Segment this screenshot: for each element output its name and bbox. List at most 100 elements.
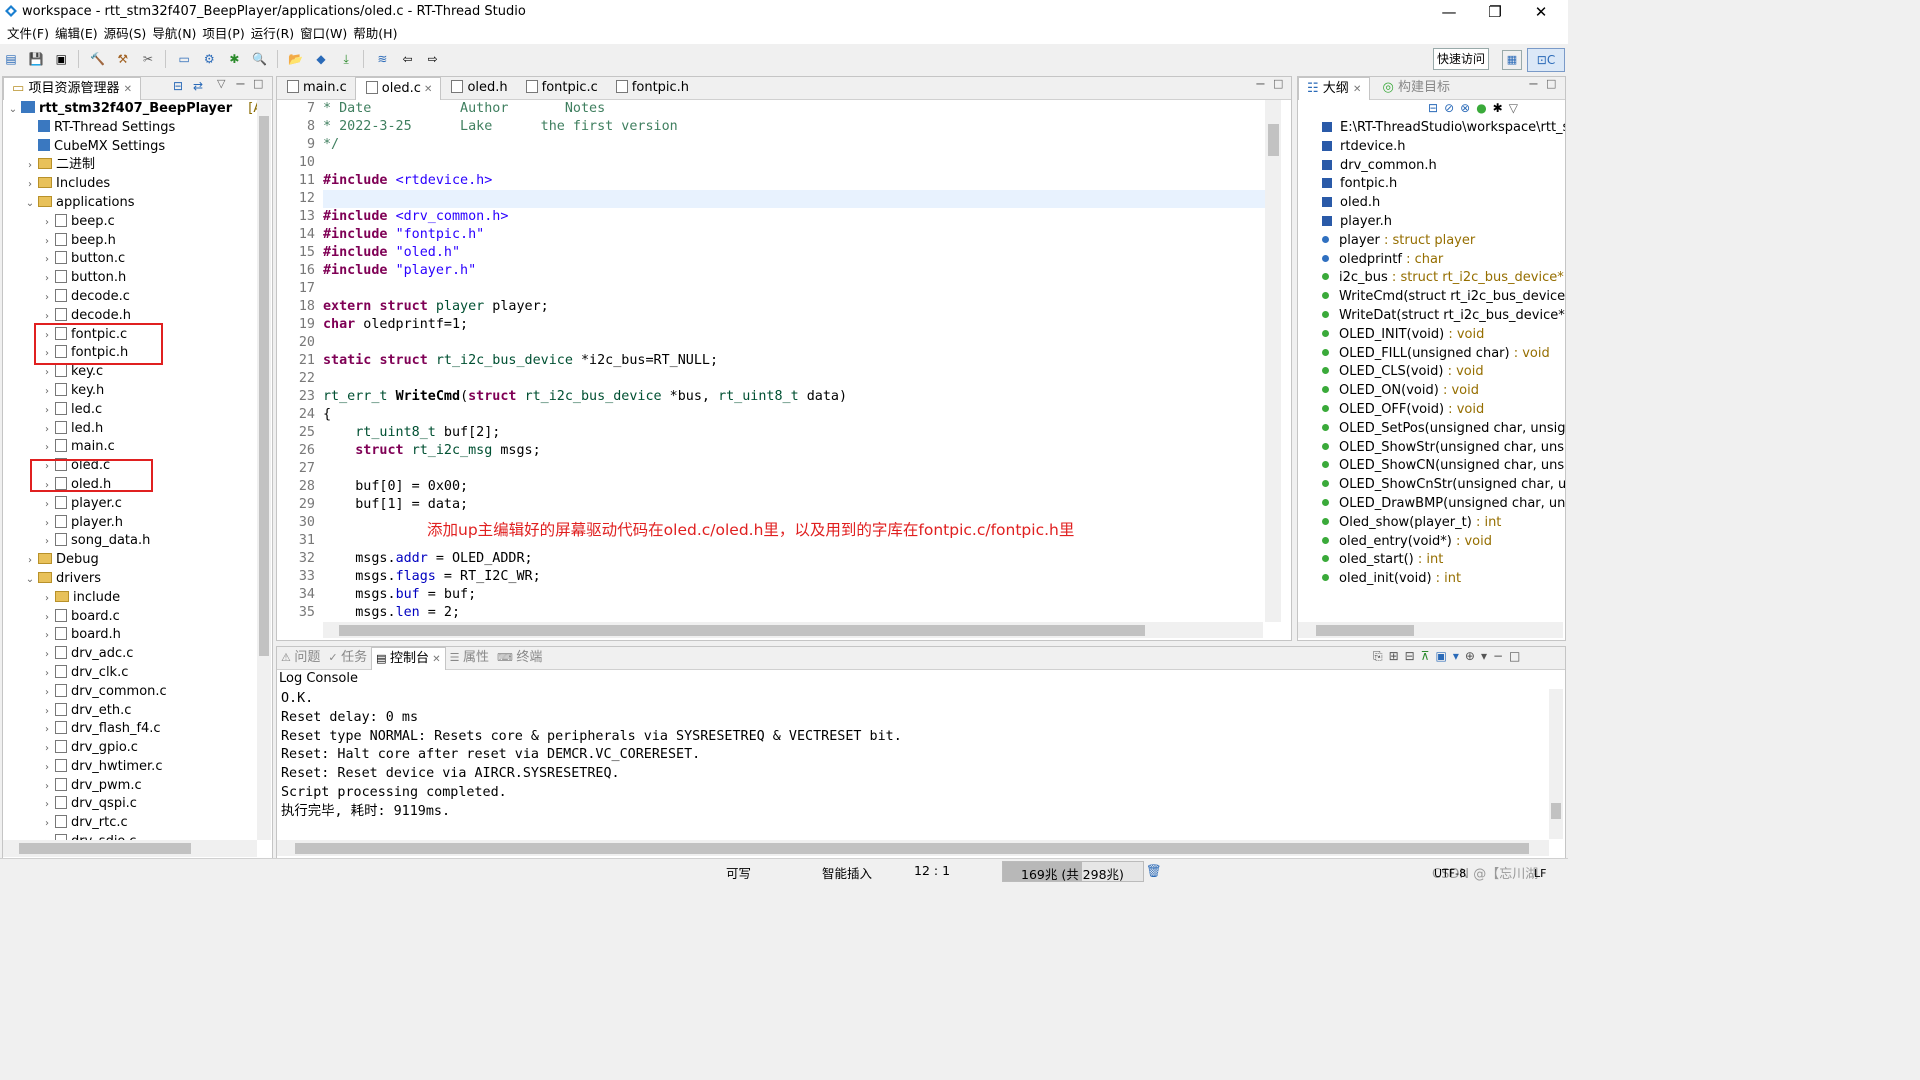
tree-file-row[interactable]: › board.h	[3, 626, 257, 645]
expand-toggle-icon[interactable]: ⌄	[7, 101, 19, 120]
tree-folder-row[interactable]: ⌄ drivers	[3, 570, 257, 589]
view-menu-icon[interactable]: ▽	[217, 77, 225, 90]
tree-file-row[interactable]: › decode.c	[3, 288, 257, 307]
tree-file-row[interactable]: › player.h	[3, 514, 257, 533]
perspective-grid-icon[interactable]: ▦	[1502, 50, 1522, 70]
collapse-all-icon[interactable]: ⊟	[173, 79, 183, 93]
outline-horizontal-scrollbar[interactable]	[1298, 622, 1563, 638]
close-icon[interactable]: ✕	[421, 84, 432, 95]
debug-bug-icon[interactable]: ✱	[225, 50, 243, 68]
outline-item[interactable]: OLED_SetPos(unsigned char, unsigned char…	[1322, 420, 1565, 439]
tree-file-row[interactable]: › drv_common.c	[3, 683, 257, 702]
tree-file-row[interactable]: › song_data.h	[3, 532, 257, 551]
console-vertical-scrollbar[interactable]	[1549, 689, 1563, 839]
outline-item[interactable]: player.h	[1322, 213, 1565, 232]
tree-folder-row[interactable]: › Includes	[3, 175, 257, 194]
outline-item[interactable]: OLED_ON(void) : void	[1322, 382, 1565, 401]
outline-item[interactable]: oled_entry(void*) : void	[1322, 533, 1565, 552]
maximize-view-icon[interactable]: □	[1546, 77, 1556, 90]
close-icon[interactable]: ✕	[429, 654, 440, 665]
scrollbar-thumb[interactable]	[19, 843, 191, 854]
expand-toggle-icon[interactable]: ›	[41, 364, 53, 383]
expand-toggle-icon[interactable]: ›	[24, 552, 36, 571]
close-icon[interactable]: ✕	[124, 84, 132, 95]
expand-toggle-icon[interactable]: ›	[41, 665, 53, 684]
outline-item[interactable]: Oled_show(player_t) : int	[1322, 514, 1565, 533]
sort-icon[interactable]: ⊟	[1428, 101, 1444, 115]
tree-file-row[interactable]: › button.c	[3, 250, 257, 269]
tree-file-row[interactable]: › drv_clk.c	[3, 664, 257, 683]
tree-file-row[interactable]: › drv_qspi.c	[3, 795, 257, 814]
tree-file-row[interactable]: › led.h	[3, 420, 257, 439]
outline-item[interactable]: OLED_ShowCnStr(unsigned char, unsigned c…	[1322, 476, 1565, 495]
tree-file-row[interactable]: › drv_rtc.c	[3, 814, 257, 833]
expand-toggle-icon[interactable]: ⌄	[24, 195, 36, 214]
minimize-view-icon[interactable]: −	[1493, 649, 1509, 663]
expand-toggle-icon[interactable]: ›	[41, 796, 53, 815]
bottom-tab[interactable]: ☰ 属性	[446, 647, 493, 669]
tree-settings-row[interactable]: CubeMX Settings	[3, 138, 257, 157]
outline-item[interactable]: drv_common.h	[1322, 157, 1565, 176]
trash-gc-icon[interactable]: 🗑	[1146, 863, 1162, 879]
display-console-icon[interactable]: ▣▾	[1436, 649, 1465, 663]
tree-file-row[interactable]: › key.c	[3, 363, 257, 382]
maximize-view-icon[interactable]: □	[1509, 649, 1526, 663]
quick-access-input[interactable]: 快速访问	[1433, 48, 1489, 70]
outline-item[interactable]: fontpic.h	[1322, 175, 1565, 194]
scrollbar-thumb[interactable]	[1268, 124, 1279, 156]
tree-file-row[interactable]: › player.c	[3, 495, 257, 514]
tab-build-targets[interactable]: ◎ 构建目标	[1374, 77, 1458, 99]
close-icon[interactable]: ✕	[1353, 84, 1361, 95]
console-output[interactable]: O.K. Reset delay: 0 ms Reset type NORMAL: …	[281, 690, 1547, 840]
expand-toggle-icon[interactable]: ›	[41, 383, 53, 402]
tree-file-row[interactable]: › beep.h	[3, 232, 257, 251]
menu-item[interactable]: 导航(N)	[149, 24, 199, 44]
outline-item[interactable]: oled_start() : int	[1322, 551, 1565, 570]
outline-item[interactable]: OLED_INIT(void) : void	[1322, 326, 1565, 345]
menu-item[interactable]: 窗口(W)	[297, 24, 350, 44]
scrollbar-thumb[interactable]	[1551, 803, 1561, 819]
outline-item[interactable]: oled_init(void) : int	[1322, 570, 1565, 589]
clear-console-icon[interactable]: ⎘	[1373, 649, 1389, 663]
menu-item[interactable]: 项目(P)	[199, 24, 247, 44]
tree-file-row[interactable]: › drv_adc.c	[3, 645, 257, 664]
bottom-tab[interactable]: ▤ 控制台 ✕	[371, 647, 446, 670]
outline-item[interactable]: WriteCmd(struct rt_i2c_bus_device*, rt_u…	[1322, 288, 1565, 307]
download-icon[interactable]: ⤓	[337, 50, 355, 68]
expand-toggle-icon[interactable]: ›	[24, 157, 36, 176]
expand-toggle-icon[interactable]: ›	[41, 289, 53, 308]
expand-toggle-icon[interactable]: ›	[41, 233, 53, 252]
expand-toggle-icon[interactable]: ›	[24, 176, 36, 195]
expand-toggle-icon[interactable]: ›	[41, 778, 53, 797]
outline-item[interactable]: OLED_FILL(unsigned char) : void	[1322, 345, 1565, 364]
tree-file-row[interactable]: › led.c	[3, 401, 257, 420]
expand-toggle-icon[interactable]: ›	[41, 721, 53, 740]
expand-toggle-icon[interactable]: ›	[41, 402, 53, 421]
hide-nonpublic-icon[interactable]: ●	[1476, 101, 1492, 115]
settings-gear-icon[interactable]: ⚙	[200, 50, 218, 68]
expand-toggle-icon[interactable]: ›	[41, 496, 53, 515]
expand-toggle-icon[interactable]: ›	[41, 439, 53, 458]
scrollbar-thumb[interactable]	[259, 116, 269, 656]
group-icon[interactable]: ✱	[1493, 101, 1509, 115]
code-area[interactable]: 7 * Date Author Notes 8 * 2022-3-25 Lake th…	[277, 100, 1265, 622]
tab-outline[interactable]: ☷ 大纲 ✕	[1298, 77, 1371, 100]
tree-file-row[interactable]: › main.c	[3, 438, 257, 457]
tree-file-row[interactable]: › drv_hwtimer.c	[3, 758, 257, 777]
tree-file-row[interactable]: ›drv_sdio.c	[3, 833, 257, 840]
console-horizontal-scrollbar[interactable]	[277, 840, 1549, 856]
expand-toggle-icon[interactable]: ›	[41, 684, 53, 703]
expand-toggle-icon[interactable]: ⌄	[24, 571, 36, 590]
tree-folder-row[interactable]: › Debug	[3, 551, 257, 570]
maximize-view-icon[interactable]: □	[253, 77, 263, 90]
tree-folder-row[interactable]: › include	[3, 589, 257, 608]
view-menu-icon[interactable]: ▽	[1509, 101, 1524, 115]
c-perspective-icon[interactable]: ⊡C	[1527, 48, 1565, 72]
scrollbar-thumb[interactable]	[295, 843, 1529, 854]
editor-tab[interactable]: fontpic.h	[606, 77, 697, 99]
bottom-tab[interactable]: ⚠ 问题	[277, 647, 324, 669]
save-all-icon[interactable]: ▣	[52, 50, 70, 68]
editor-tab[interactable]: oled.h	[441, 77, 515, 99]
tree-file-row[interactable]: › beep.c	[3, 213, 257, 232]
expand-toggle-icon[interactable]: ›	[41, 759, 53, 778]
